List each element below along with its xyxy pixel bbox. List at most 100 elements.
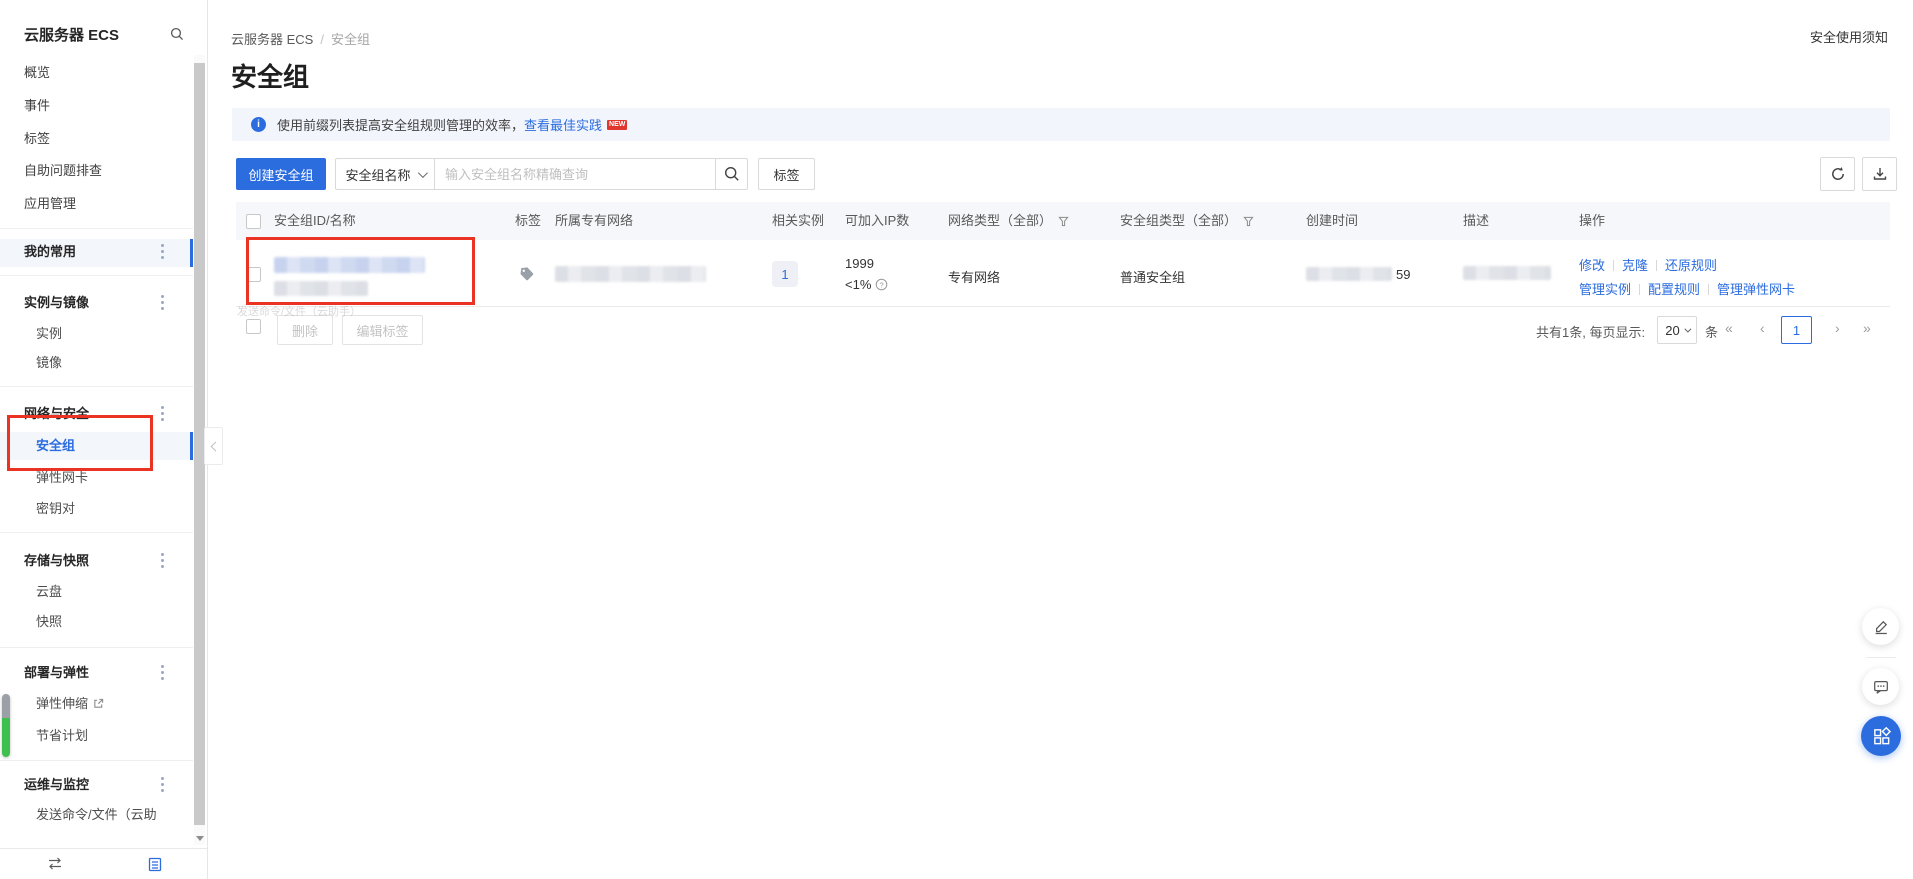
sidebar-item-send-command[interactable]: 发送命令/文件（云助 — [36, 802, 193, 828]
related-instances-badge[interactable]: 1 — [772, 261, 798, 287]
scrollbar-down-arrow[interactable] — [196, 836, 204, 841]
sidebar-section-favorites[interactable]: 我的常用 — [24, 239, 76, 265]
chat-support-button[interactable] — [1862, 668, 1899, 705]
delete-button[interactable]: 删除 — [277, 315, 333, 345]
breadcrumb: 云服务器 ECS/安全组 — [231, 29, 370, 48]
external-link-icon — [93, 692, 104, 718]
divider — [0, 275, 193, 276]
kebab-icon[interactable] — [161, 250, 164, 253]
pagination-prev[interactable]: ‹ — [1760, 320, 1765, 336]
sidebar-item-security-groups[interactable]: 安全组 — [36, 433, 75, 459]
feedback-edit-button[interactable] — [1862, 608, 1899, 645]
divider — [0, 760, 193, 761]
pagination-next[interactable]: › — [1835, 320, 1840, 336]
svg-text:?: ? — [879, 280, 883, 289]
magnifier-icon — [724, 166, 740, 182]
redacted-description — [1463, 266, 1551, 280]
row-actions-line2: 管理实例 配置规则 管理弹性网卡 — [1579, 279, 1795, 298]
filter-icon[interactable] — [1058, 216, 1069, 227]
action-manage-enis[interactable]: 管理弹性网卡 — [1717, 282, 1795, 297]
page-size-unit: 条 — [1705, 322, 1718, 341]
action-configure-rules[interactable]: 配置规则 — [1648, 282, 1700, 297]
doc-list-icon[interactable] — [148, 857, 162, 877]
tag-icon[interactable] — [519, 266, 534, 284]
joinable-ip-percent: <1% ? — [845, 277, 888, 292]
sidebar: 云服务器 ECS 概览 事件 标签 自助问题排查 应用管理 我的常用 实例与镜像… — [0, 0, 208, 879]
table-row: 1 1999 <1% ? 专有网络 普通安全组 59 修改克隆还原规则 管理实例… — [236, 240, 1890, 307]
divider — [0, 228, 193, 229]
sidebar-highlight-security-groups — [0, 432, 193, 460]
sidebar-item-instances[interactable]: 实例 — [36, 321, 62, 347]
search-icon[interactable] — [170, 27, 184, 46]
sidebar-section-storage-snapshots[interactable]: 存储与快照 — [24, 548, 89, 574]
kebab-icon[interactable] — [161, 671, 164, 674]
question-circle-icon[interactable]: ? — [875, 278, 888, 291]
extension-progress-bar — [2, 694, 10, 757]
col-related-instances: 相关实例 — [772, 202, 824, 240]
sidebar-section-instances-images[interactable]: 实例与镜像 — [24, 290, 89, 316]
sidebar-item-self-troubleshoot[interactable]: 自助问题排查 — [24, 158, 102, 184]
security-usage-notice-link[interactable]: 安全使用须知 — [1810, 27, 1888, 46]
select-all-checkbox[interactable] — [246, 214, 261, 229]
sidebar-section-ops-monitoring[interactable]: 运维与监控 — [24, 772, 89, 798]
pagination-current-page[interactable]: 1 — [1781, 316, 1812, 344]
info-icon: i — [251, 117, 266, 132]
kebab-icon[interactable] — [161, 783, 164, 786]
search-button[interactable] — [716, 158, 748, 190]
kebab-icon[interactable] — [161, 412, 164, 415]
footer-select-all-checkbox[interactable] — [246, 319, 261, 334]
filter-icon[interactable] — [1243, 216, 1254, 227]
action-restore-rules[interactable]: 还原规则 — [1665, 258, 1717, 273]
swap-arrows-icon[interactable] — [46, 857, 64, 875]
col-network-type: 网络类型（全部） — [948, 202, 1069, 240]
ecs-console: 云服务器 ECS 概览 事件 标签 自助问题排查 应用管理 我的常用 实例与镜像… — [0, 0, 1913, 879]
sidebar-item-tags[interactable]: 标签 — [24, 126, 50, 152]
redacted-security-group-name — [274, 281, 368, 296]
tag-filter-button[interactable]: 标签 — [758, 158, 815, 190]
redacted-vpc[interactable] — [555, 266, 706, 282]
sidebar-item-label: 弹性伸缩 — [36, 696, 88, 711]
kebab-icon[interactable] — [161, 301, 164, 304]
row-checkbox[interactable] — [246, 267, 261, 282]
search-group: 安全组名称 — [335, 158, 748, 190]
create-security-group-button[interactable]: 创建安全组 — [236, 158, 326, 190]
sidebar-item-overview[interactable]: 概览 — [24, 60, 50, 86]
search-input[interactable] — [434, 158, 716, 190]
row-actions-line1: 修改 克隆 还原规则 — [1579, 255, 1717, 274]
breadcrumb-current: 安全组 — [331, 32, 370, 47]
action-modify[interactable]: 修改 — [1579, 258, 1605, 273]
kebab-icon[interactable] — [161, 559, 164, 562]
action-manage-instances[interactable]: 管理实例 — [1579, 282, 1631, 297]
sidebar-item-auto-scaling[interactable]: 弹性伸缩 — [36, 691, 104, 717]
sidebar-item-images[interactable]: 镜像 — [36, 350, 62, 376]
action-clone[interactable]: 克隆 — [1622, 258, 1648, 273]
breadcrumb-root[interactable]: 云服务器 ECS — [231, 32, 313, 47]
col-description: 描述 — [1463, 202, 1489, 240]
page-size-select[interactable]: 20 — [1657, 316, 1697, 344]
download-icon — [1872, 166, 1888, 182]
pagination-first[interactable]: « — [1725, 320, 1733, 336]
divider — [0, 532, 193, 533]
apps-grid-button[interactable] — [1861, 716, 1901, 756]
search-field-dropdown[interactable]: 安全组名称 — [335, 158, 434, 190]
sidebar-item-enis[interactable]: 弹性网卡 — [36, 465, 88, 491]
new-badge: NEW — [607, 120, 627, 130]
redacted-security-group-id[interactable] — [274, 257, 425, 273]
best-practice-link[interactable]: 查看最佳实践 — [524, 115, 602, 134]
download-button[interactable] — [1862, 157, 1897, 191]
sidebar-section-deploy-elasticity[interactable]: 部署与弹性 — [24, 660, 89, 686]
sidebar-item-savings-plans[interactable]: 节省计划 — [36, 723, 88, 749]
chat-bubble-icon — [1872, 678, 1890, 696]
sidebar-section-network-security[interactable]: 网络与安全 — [24, 401, 89, 427]
sidebar-item-disks[interactable]: 云盘 — [36, 579, 62, 605]
edit-tags-button[interactable]: 编辑标签 — [342, 315, 423, 345]
divider — [0, 386, 193, 387]
sidebar-item-events[interactable]: 事件 — [24, 93, 50, 119]
chevron-down-icon — [417, 168, 427, 178]
pagination-last[interactable]: » — [1863, 320, 1871, 336]
sidebar-item-snapshots[interactable]: 快照 — [36, 609, 62, 635]
sidebar-item-app-management[interactable]: 应用管理 — [24, 191, 76, 217]
sidebar-collapse-handle[interactable] — [204, 427, 223, 465]
sidebar-item-key-pairs[interactable]: 密钥对 — [36, 496, 75, 522]
refresh-button[interactable] — [1820, 157, 1855, 191]
